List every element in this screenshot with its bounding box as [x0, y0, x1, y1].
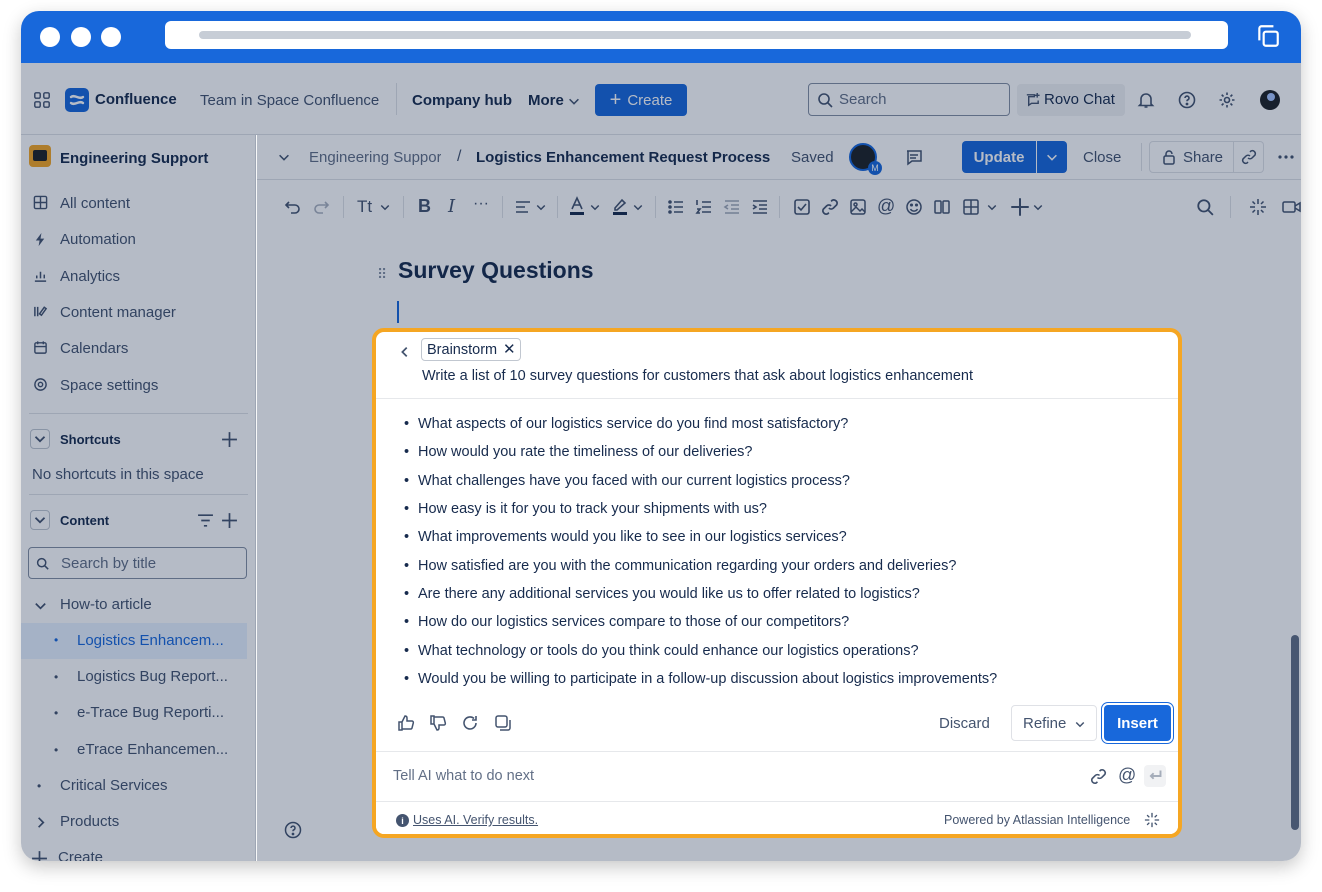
mention-icon[interactable]: @: [1118, 765, 1136, 786]
dim-overlay: [257, 135, 1301, 205]
list-item: How do our logistics services compare to…: [404, 614, 849, 630]
link-icon[interactable]: [1090, 768, 1107, 785]
submit-button[interactable]: [1144, 765, 1166, 787]
ai-prompt-text: Write a list of 10 survey questions for …: [422, 368, 973, 384]
questions-list: What aspects of our logistics service do…: [394, 332, 1154, 687]
browser-window: Confluence Team in Space Confluence Comp…: [21, 11, 1301, 861]
refine-button[interactable]: Refine: [1011, 705, 1097, 741]
ai-footer: i Uses AI. Verify results. Powered by At…: [376, 802, 1178, 834]
list-item: Are there any additional services you wo…: [404, 586, 920, 602]
window-dot[interactable]: [40, 27, 60, 47]
list-item: What technology or tools do you think co…: [404, 643, 919, 659]
ai-input-placeholder: Tell AI what to do next: [393, 768, 535, 784]
brainstorm-chip[interactable]: Brainstorm ✕: [421, 338, 521, 361]
insert-button[interactable]: Insert: [1104, 705, 1171, 741]
info-icon: i: [396, 814, 409, 827]
address-bar[interactable]: [165, 21, 1228, 49]
copy-window-icon[interactable]: [1255, 23, 1281, 49]
list-item: Would you be willing to participate in a…: [404, 671, 997, 687]
list-item: How satisfied are you with the communica…: [404, 558, 956, 574]
list-item: What aspects of our logistics service do…: [404, 416, 848, 432]
address-placeholder: [199, 31, 1191, 39]
dim-overlay: [21, 135, 256, 861]
list-item: How easy is it for you to track your shi…: [404, 501, 767, 517]
panel-divider: [376, 398, 1178, 399]
dim-overlay: [21, 63, 1301, 135]
refine-label: Refine: [1023, 715, 1067, 732]
enter-icon: [1149, 770, 1162, 780]
ai-sparkle-icon: [1144, 812, 1160, 828]
thumbs-down-icon[interactable]: [429, 714, 447, 732]
chevron-down-icon: [1074, 718, 1086, 730]
thumbs-up-icon[interactable]: [397, 714, 415, 732]
ai-brainstorm-panel: Brainstorm ✕ Write a list of 10 survey q…: [372, 328, 1182, 838]
close-icon[interactable]: ✕: [503, 340, 516, 358]
refresh-icon[interactable]: [461, 714, 479, 732]
list-item: What improvements would you like to see …: [404, 529, 847, 545]
brainstorm-chip-label: Brainstorm: [427, 342, 498, 358]
list-item: How would you rate the timeliness of our…: [404, 444, 753, 460]
copy-icon[interactable]: [494, 714, 512, 732]
browser-chrome: [21, 11, 1301, 63]
ai-followup-input[interactable]: Tell AI what to do next @: [376, 752, 1178, 802]
discard-button[interactable]: Discard: [939, 715, 990, 732]
powered-by-text: Powered by Atlassian Intelligence: [944, 813, 1131, 827]
window-dot[interactable]: [101, 27, 121, 47]
ai-disclaimer-link[interactable]: Uses AI. Verify results.: [413, 813, 538, 827]
window-dot[interactable]: [71, 27, 91, 47]
back-chevron-icon[interactable]: [398, 345, 412, 359]
list-item: What challenges have you faced with our …: [404, 473, 850, 489]
